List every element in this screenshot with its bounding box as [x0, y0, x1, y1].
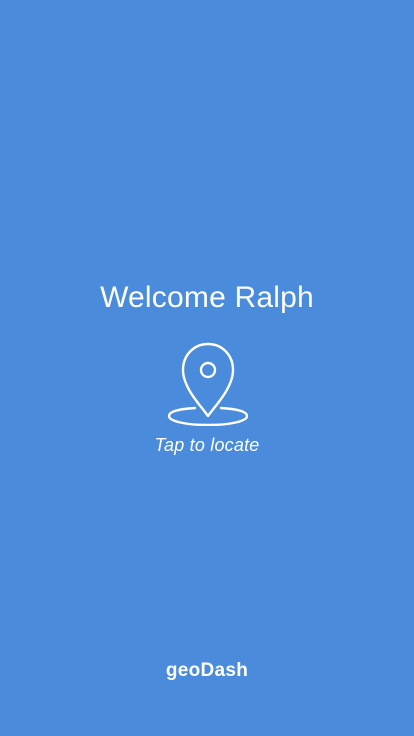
location-pin-icon: [167, 342, 249, 426]
tap-to-locate-button[interactable]: Tap to locate: [127, 336, 287, 466]
splash-screen: Welcome Ralph Tap to locate geoDash: [0, 0, 414, 736]
welcome-heading: Welcome Ralph: [0, 280, 414, 316]
welcome-greeting: Welcome: [100, 281, 226, 314]
welcome-user-name: Ralph: [234, 281, 314, 314]
app-brand-name: geoDash: [165, 660, 249, 681]
tap-to-locate-label: Tap to locate: [154, 435, 260, 455]
